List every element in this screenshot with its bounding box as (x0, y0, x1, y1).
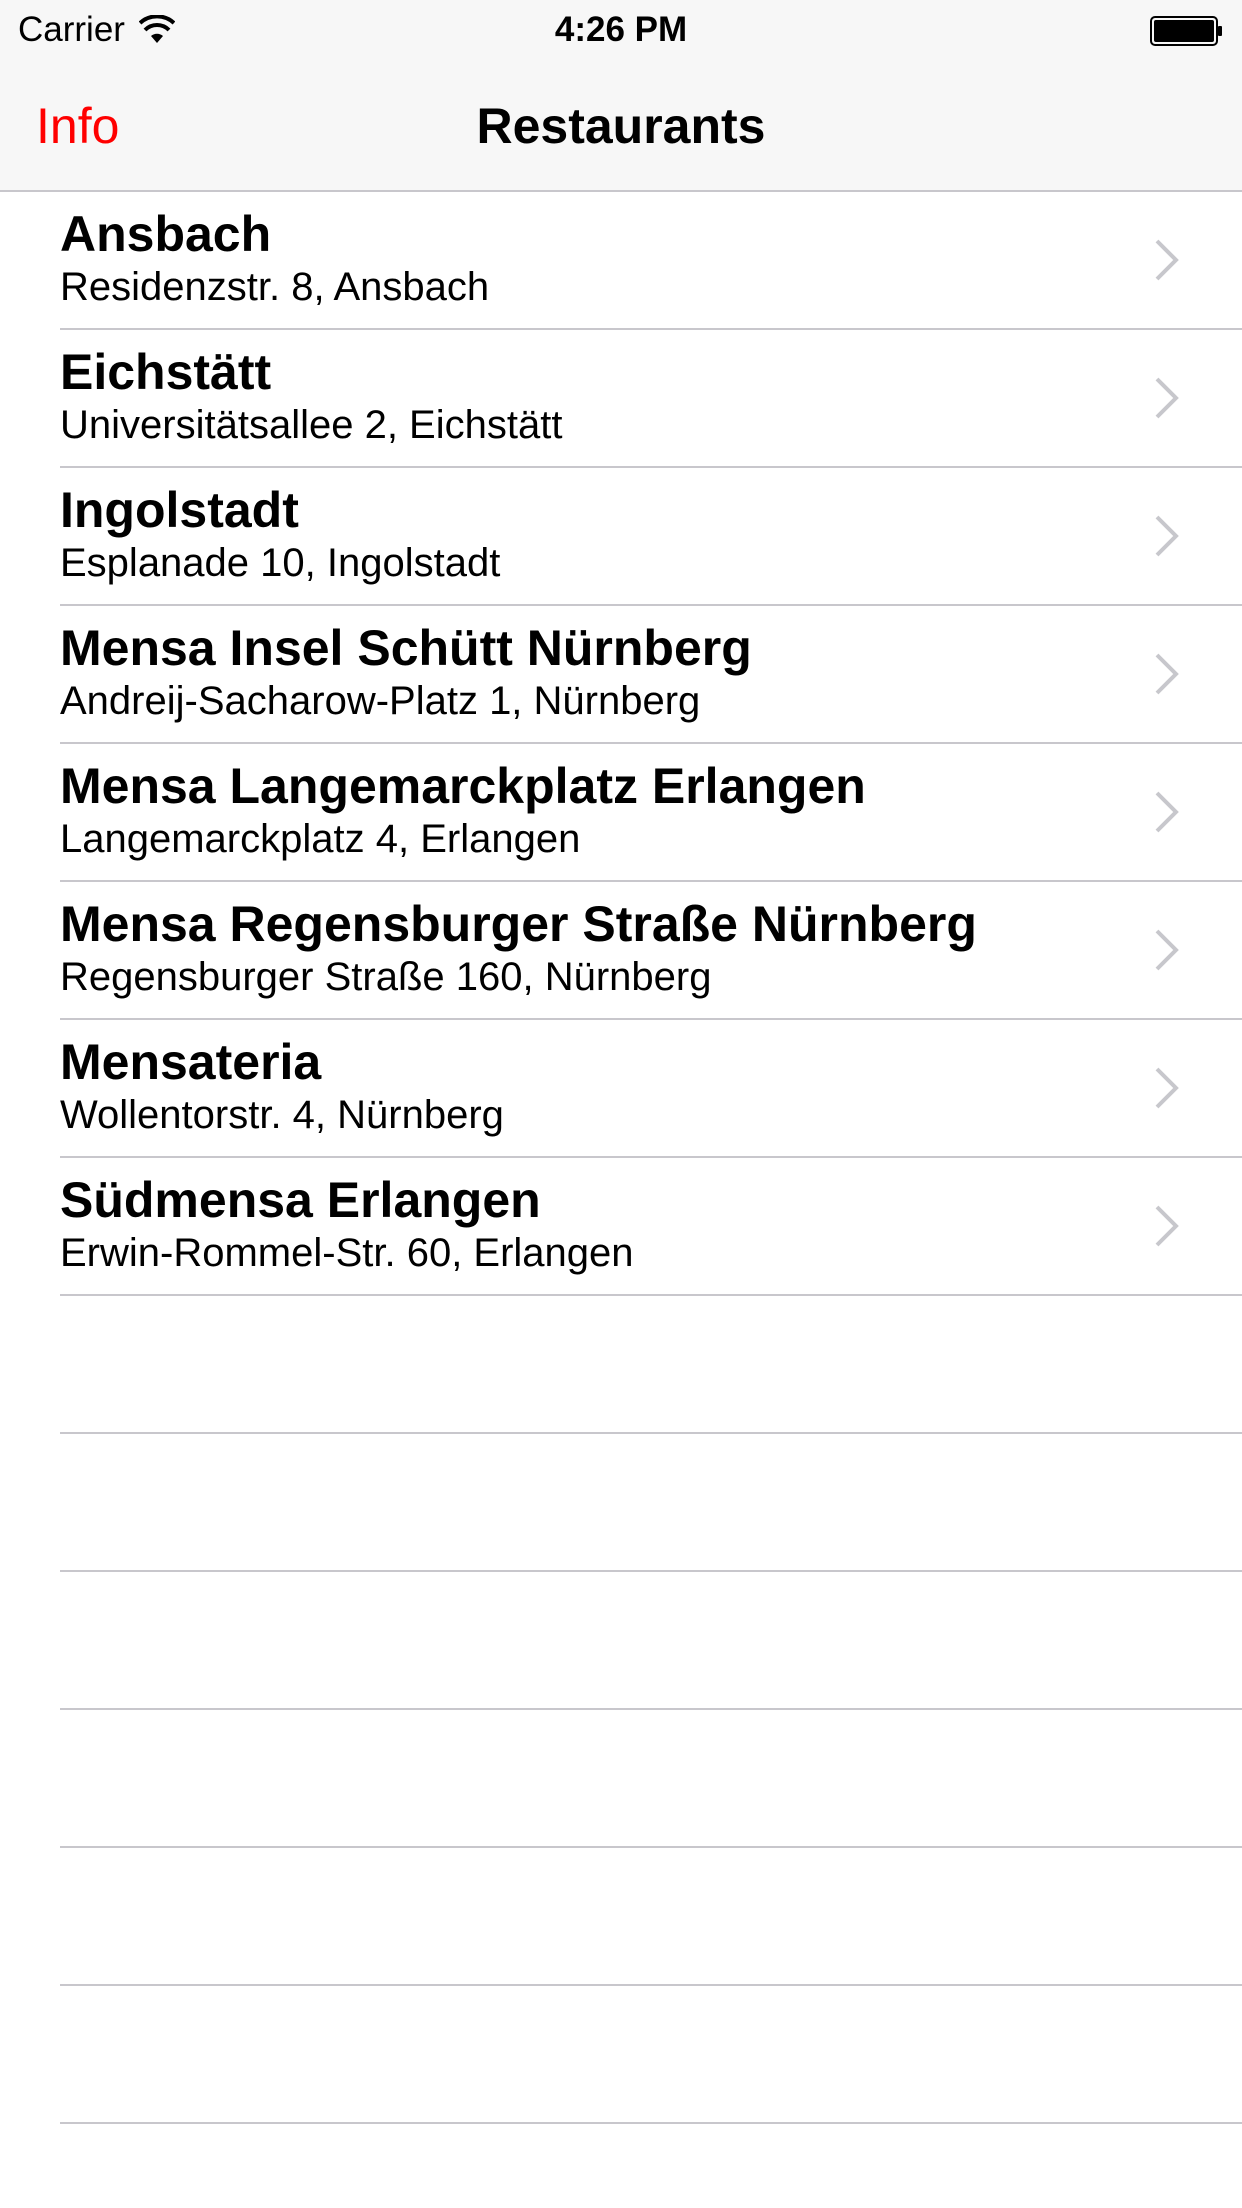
page-title: Restaurants (476, 98, 766, 154)
restaurant-name: Mensa Langemarckplatz Erlangen (60, 758, 866, 814)
restaurant-address: Langemarckplatz 4, Erlangen (60, 817, 581, 861)
empty-row (0, 1572, 1242, 1710)
restaurant-address: Universitätsallee 2, Eichstätt (60, 403, 563, 447)
status-time: 4:26 PM (554, 10, 688, 49)
list-item-restaurant[interactable]: Mensa Regensburger Straße Nürnberg Regen… (0, 882, 1242, 1020)
restaurant-address: Regensburger Straße 160, Nürnberg (60, 955, 712, 999)
empty-row (0, 1434, 1242, 1572)
chevron-right-icon (1155, 929, 1179, 971)
restaurant-name: Ingolstadt (60, 482, 299, 538)
list-item-restaurant[interactable]: Mensateria Wollentorstr. 4, Nürnberg (0, 1020, 1242, 1158)
restaurant-name: Mensateria (60, 1034, 322, 1090)
chevron-right-icon (1155, 239, 1179, 281)
restaurant-address: Esplanade 10, Ingolstadt (60, 541, 501, 585)
empty-row (0, 1848, 1242, 1986)
restaurant-name: Mensa Insel Schütt Nürnberg (60, 620, 752, 676)
empty-row (0, 1986, 1242, 2124)
restaurant-list: Ansbach Residenzstr. 8, Ansbach Eichstät… (0, 192, 1242, 2124)
restaurant-address: Andreij-Sacharow-Platz 1, Nürnberg (60, 679, 701, 723)
chevron-right-icon (1155, 1067, 1179, 1109)
restaurant-address: Residenzstr. 8, Ansbach (60, 265, 490, 309)
restaurant-name: Südmensa Erlangen (60, 1172, 541, 1228)
chevron-right-icon (1155, 515, 1179, 557)
restaurant-name: Eichstätt (60, 344, 272, 400)
list-item-restaurant[interactable]: Mensa Insel Schütt Nürnberg Andreij-Sach… (0, 606, 1242, 744)
list-item-restaurant[interactable]: Südmensa Erlangen Erwin-Rommel-Str. 60, … (0, 1158, 1242, 1296)
list-item-restaurant[interactable]: Ingolstadt Esplanade 10, Ingolstadt (0, 468, 1242, 606)
chevron-right-icon (1155, 377, 1179, 419)
header: Carrier 4:26 PM Info Restaurants (0, 0, 1242, 192)
chevron-right-icon (1155, 653, 1179, 695)
list-item-restaurant[interactable]: Ansbach Residenzstr. 8, Ansbach (0, 192, 1242, 330)
battery-full-icon (1150, 16, 1222, 46)
empty-row (0, 1710, 1242, 1848)
restaurant-name: Mensa Regensburger Straße Nürnberg (60, 896, 977, 952)
chevron-right-icon (1155, 1205, 1179, 1247)
restaurant-name: Ansbach (60, 206, 272, 262)
restaurant-address: Wollentorstr. 4, Nürnberg (60, 1093, 504, 1137)
chevron-right-icon (1155, 791, 1179, 833)
navigation-bar: Info Restaurants (0, 60, 1242, 192)
list-item-restaurant[interactable]: Eichstätt Universitätsallee 2, Eichstätt (0, 330, 1242, 468)
status-bar: Carrier 4:26 PM (0, 0, 1242, 60)
list-item-restaurant[interactable]: Mensa Langemarckplatz Erlangen Langemarc… (0, 744, 1242, 882)
restaurant-address: Erwin-Rommel-Str. 60, Erlangen (60, 1231, 634, 1275)
empty-row (0, 1296, 1242, 1434)
